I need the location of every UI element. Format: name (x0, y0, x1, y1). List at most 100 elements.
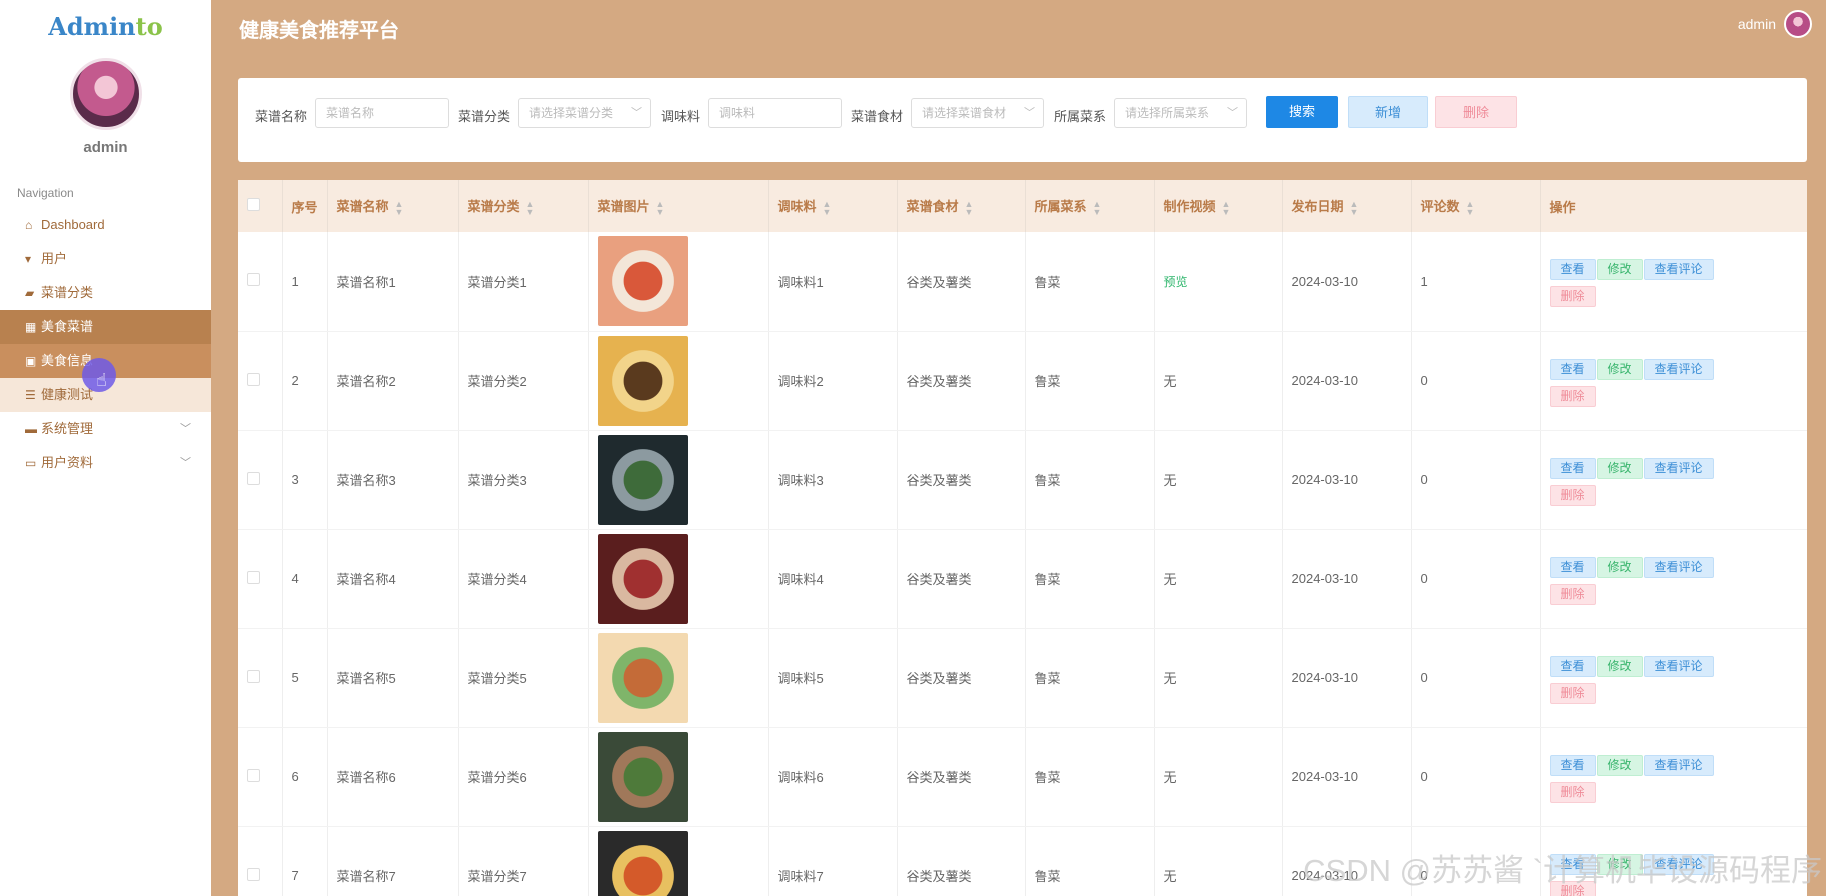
cuisine-select[interactable]: 请选择所属菜系 ﹀ (1114, 98, 1247, 128)
search-button[interactable]: 搜索 (1266, 96, 1338, 128)
row-checkbox[interactable] (247, 867, 260, 881)
column-header-image[interactable]: 菜谱图片 ▲ ▼ (588, 180, 769, 232)
row-checkbox[interactable] (247, 768, 260, 782)
delete-row-button[interactable]: 删除 (1549, 484, 1596, 506)
view-comments-button[interactable]: 查看评论 (1643, 358, 1714, 380)
header-avatar[interactable] (1784, 10, 1812, 38)
cell-video: 无 (1154, 727, 1283, 827)
recipe-category-select[interactable]: 请选择菜谱分类 ﹀ (518, 98, 651, 128)
edit-button[interactable]: 修改 (1596, 358, 1643, 380)
avatar[interactable] (69, 58, 142, 130)
row-checkbox[interactable] (247, 273, 260, 287)
profile-icon: ▭ (25, 456, 37, 470)
column-header-date[interactable]: 发布日期 ▲ ▼ (1282, 180, 1412, 232)
view-comments-button[interactable]: 查看评论 (1643, 655, 1714, 677)
video-preview-link: 无 (1163, 770, 1177, 785)
sidebar-item-dashboard[interactable]: ⌂ Dashboard (0, 208, 211, 242)
cell-video: 无 (1154, 331, 1283, 431)
sidebar-item-recipe-category[interactable]: ▰ 菜谱分类 (0, 276, 211, 310)
view-button[interactable]: 查看 (1549, 556, 1596, 578)
sort-icon[interactable]: ▲ ▼ (1093, 199, 1102, 216)
cell-image (588, 232, 769, 332)
edit-button[interactable]: 修改 (1596, 754, 1643, 776)
add-button[interactable]: 新增 (1348, 96, 1428, 128)
recipe-thumbnail[interactable] (597, 830, 688, 896)
sort-icon[interactable]: ▲ ▼ (395, 199, 404, 216)
column-header-comments[interactable]: 评论数 ▲ ▼ (1411, 180, 1541, 232)
page-title: 健康美食推荐平台 (239, 20, 399, 42)
column-header-seasoning[interactable]: 调味料 ▲ ▼ (768, 180, 898, 232)
edit-button[interactable]: 修改 (1596, 556, 1643, 578)
sidebar-item-food-recipes[interactable]: ▦ 美食菜谱 (0, 310, 211, 344)
sort-icon[interactable]: ▲ ▼ (1222, 199, 1231, 216)
view-comments-button[interactable]: 查看评论 (1643, 754, 1714, 776)
sort-icon[interactable]: ▲ ▼ (656, 199, 665, 216)
clipboard-icon: ▣ (25, 354, 37, 368)
row-checkbox[interactable] (247, 669, 260, 683)
delete-row-button[interactable]: 删除 (1549, 682, 1596, 704)
row-checkbox[interactable] (247, 372, 260, 386)
cell-name: 菜谱名称5 (327, 628, 459, 728)
view-button[interactable]: 查看 (1549, 457, 1596, 479)
recipe-thumbnail[interactable] (597, 533, 688, 624)
row-checkbox[interactable] (247, 471, 260, 485)
recipe-thumbnail[interactable] (597, 335, 688, 426)
column-header-video[interactable]: 制作视频 ▲ ▼ (1154, 180, 1283, 232)
column-header-label: 评论数 (1420, 199, 1460, 215)
view-button[interactable]: 查看 (1549, 259, 1596, 281)
edit-button[interactable]: 修改 (1596, 655, 1643, 677)
cell-date: 2024-03-10 (1282, 727, 1412, 827)
cell-comments: 0 (1411, 430, 1541, 530)
sidebar-item-label: 健康测试 (41, 387, 94, 402)
recipe-name-input[interactable]: 菜谱名称 (315, 98, 449, 128)
delete-button[interactable]: 删除 (1435, 96, 1517, 128)
column-header-ingredient[interactable]: 菜谱食材 ▲ ▼ (897, 180, 1026, 232)
cell-category: 菜谱分类1 (458, 232, 589, 332)
view-button[interactable]: 查看 (1549, 754, 1596, 776)
sort-icon[interactable]: ▲ ▼ (1466, 199, 1475, 216)
cell-video: 无 (1154, 628, 1283, 728)
app-logo[interactable]: Adminto (0, 0, 211, 44)
view-comments-button[interactable]: 查看评论 (1643, 556, 1714, 578)
view-comments-button[interactable]: 查看评论 (1643, 457, 1714, 479)
sort-icon[interactable]: ▲ ▼ (1350, 199, 1359, 216)
recipe-thumbnail[interactable] (597, 236, 688, 327)
category-icon: ▰ (25, 286, 35, 300)
column-header-category[interactable]: 菜谱分类 ▲ ▼ (458, 180, 589, 232)
delete-row-button[interactable]: 删除 (1549, 583, 1596, 605)
sort-icon[interactable]: ▲ ▼ (823, 199, 832, 216)
hand-cursor-icon: ☝ (96, 370, 107, 390)
sidebar-item-users[interactable]: ▾ 用户 (0, 242, 211, 276)
row-checkbox[interactable] (247, 570, 260, 584)
view-button[interactable]: 查看 (1549, 358, 1596, 380)
sidebar-item-system-management[interactable]: ▬ 系统管理 ﹀ (0, 412, 211, 446)
recipe-thumbnail[interactable] (597, 434, 688, 525)
cell-actions: 查看 修改 查看评论删除 (1540, 529, 1807, 629)
row-select-cell (238, 331, 283, 431)
edit-button[interactable]: 修改 (1596, 457, 1643, 479)
view-button[interactable]: 查看 (1549, 655, 1596, 677)
header-user-name[interactable]: admin (1738, 16, 1776, 32)
select-all-checkbox[interactable] (247, 198, 260, 211)
cell-name: 菜谱名称1 (327, 232, 459, 332)
sort-icon[interactable]: ▲ ▼ (526, 199, 535, 216)
sidebar-item-user-profile[interactable]: ▭ 用户资料 ﹀ (0, 446, 211, 480)
sort-icon[interactable]: ▲ ▼ (965, 199, 974, 216)
recipe-thumbnail[interactable] (597, 731, 688, 822)
recipe-thumbnail[interactable] (597, 632, 688, 723)
seasoning-input[interactable]: 调味料 (708, 98, 842, 128)
chevron-down-icon: ﹀ (1024, 107, 1035, 119)
delete-row-button[interactable]: 删除 (1549, 781, 1596, 803)
video-preview-link[interactable]: 预览 (1164, 275, 1188, 289)
column-header-label: 发布日期 (1291, 199, 1344, 215)
sidebar-item-label: Dashboard (41, 217, 105, 232)
edit-button[interactable]: 修改 (1596, 259, 1643, 281)
grid-icon: ▦ (25, 320, 37, 334)
column-header-cuisine[interactable]: 所属菜系 ▲ ▼ (1025, 180, 1155, 232)
column-header-name[interactable]: 菜谱名称 ▲ ▼ (327, 180, 459, 232)
recipe-ingredient-select[interactable]: 请选择菜谱食材 ﹀ (911, 98, 1044, 128)
delete-row-button[interactable]: 删除 (1549, 385, 1596, 407)
view-comments-button[interactable]: 查看评论 (1643, 259, 1714, 281)
list-icon: ☰ (25, 388, 36, 402)
delete-row-button[interactable]: 删除 (1549, 286, 1596, 308)
